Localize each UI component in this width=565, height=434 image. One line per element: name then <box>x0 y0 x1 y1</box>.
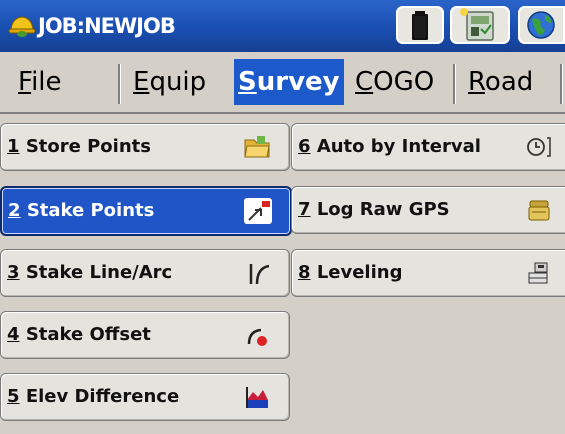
folder-icon <box>244 136 270 158</box>
menu-separator <box>560 64 562 104</box>
auto-by-interval-button[interactable]: 6 Auto by Interval <box>291 123 565 171</box>
menu-bar: File Equip Survey COGO Road <box>0 52 565 114</box>
menu-separator <box>118 64 120 104</box>
leveling-button[interactable]: 8 Leveling <box>291 249 565 297</box>
window-title: JOB:NEWJOB <box>38 14 176 38</box>
offset-icon <box>247 328 267 346</box>
globe-button[interactable] <box>518 6 565 44</box>
battery-icon <box>412 11 428 40</box>
stake-line-arc-button[interactable]: 3 Stake Line/Arc <box>0 249 290 297</box>
stake-flag-icon <box>244 198 272 224</box>
menu-equip[interactable]: Equip <box>133 59 206 105</box>
menu-file[interactable]: File <box>18 59 62 105</box>
battery-button[interactable] <box>396 6 444 44</box>
elevation-icon <box>246 387 268 408</box>
menu-survey[interactable]: Survey <box>234 59 344 105</box>
settings-icon <box>460 8 494 41</box>
leveling-icon <box>528 262 548 284</box>
stake-offset-button[interactable]: 4 Stake Offset <box>0 311 290 359</box>
menu-road[interactable]: Road <box>468 59 533 105</box>
stake-points-button[interactable]: 2 Stake Points <box>0 186 292 236</box>
menu-separator <box>453 64 455 104</box>
log-icon <box>528 200 550 221</box>
globe-icon <box>527 11 555 39</box>
menu-cogo[interactable]: COGO <box>355 59 434 105</box>
title-bar: JOB:NEWJOB <box>0 0 565 52</box>
hard-hat-icon <box>8 16 36 37</box>
store-points-button[interactable]: 1 Store Points <box>0 123 290 171</box>
log-raw-gps-button[interactable]: 7 Log Raw GPS <box>291 186 565 234</box>
clock-icon <box>527 137 551 157</box>
config-button[interactable] <box>450 6 510 44</box>
elev-difference-button[interactable]: 5 Elev Difference <box>0 373 290 421</box>
line-arc-icon <box>249 264 270 285</box>
